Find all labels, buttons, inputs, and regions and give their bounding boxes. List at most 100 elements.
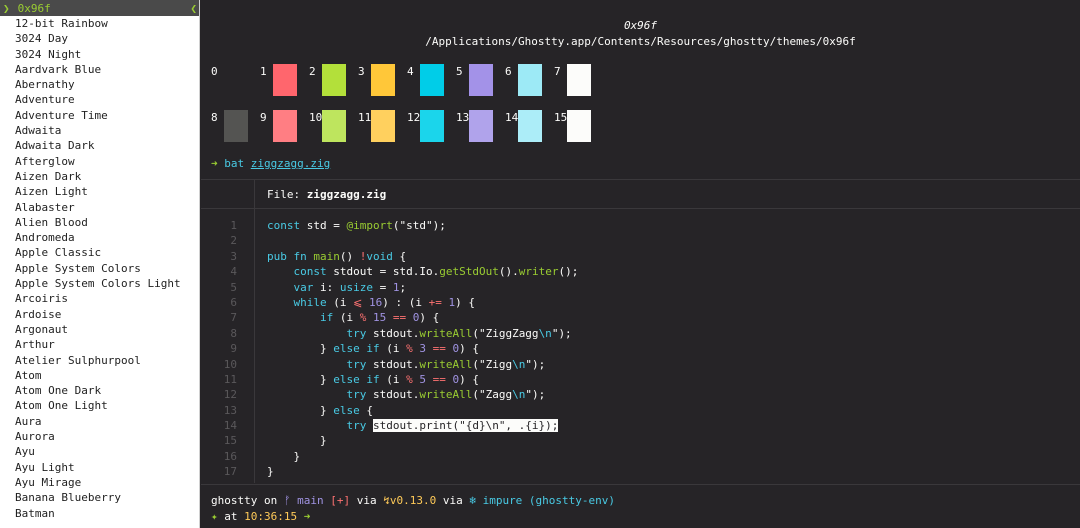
palette-index: 8 [211, 111, 218, 124]
file-header-prefix: File: [267, 188, 301, 201]
theme-list-item[interactable]: Ayu [0, 444, 199, 459]
palette-index: 12 [407, 111, 421, 124]
theme-list-item[interactable]: Ayu Mirage [0, 475, 199, 490]
palette-swatch [224, 110, 248, 142]
palette-index: 6 [505, 65, 512, 78]
bat-top-rule [201, 179, 1080, 180]
theme-list-item[interactable]: Ardoise [0, 307, 199, 322]
palette-swatch [518, 64, 542, 96]
theme-list-item[interactable]: Alabaster [0, 200, 199, 215]
code-line: 11 } else if (i % 5 == 0) { [201, 372, 1080, 387]
theme-list-item[interactable]: Abernathy [0, 77, 199, 92]
palette-index: 7 [554, 65, 561, 78]
bat-file-argument[interactable]: ziggzagg.zig [251, 157, 330, 170]
theme-list-item[interactable]: Aizen Dark [0, 169, 199, 184]
shell-prompt-line-2[interactable]: ✦ at 10:36:15 ➜ [211, 510, 310, 523]
code-text: var i: usize = 1; [293, 280, 407, 294]
line-number: 10 [223, 357, 237, 371]
line-number: 12 [223, 388, 237, 402]
theme-list-item[interactable]: Arthur [0, 337, 199, 352]
code-text: } [267, 434, 327, 448]
code-line: 7 if (i % 15 == 0) { [201, 310, 1080, 325]
prompt-arrow-icon: ➜ [303, 510, 311, 523]
theme-list[interactable]: ❯ 0x96f ❮ 12-bit Rainbow 3024 Day 3024 Nig… [0, 0, 200, 528]
theme-list-item[interactable]: Apple Classic [0, 245, 199, 260]
prompt-word-on: on [263, 494, 278, 507]
line-number: 8 [230, 326, 237, 340]
palette-swatch [469, 110, 493, 142]
code-text: const stdout = std.Io.getStdOut().writer… [293, 265, 579, 279]
theme-list-item[interactable]: Atom One Light [0, 398, 199, 413]
palette-index: 13 [456, 111, 470, 124]
theme-list-item[interactable]: Adventure Time [0, 108, 199, 123]
bat-file-header: File: ziggzagg.zig [267, 188, 386, 201]
theme-list-item[interactable]: Ayu Light [0, 460, 199, 475]
palette-swatch [273, 64, 297, 96]
line-number: 13 [223, 403, 237, 417]
theme-list-item[interactable]: Apple System Colors [0, 261, 199, 276]
code-text: try stdout.print("{d}\n", .{i}); [346, 419, 559, 433]
theme-list-item[interactable]: Banana Blueberry [0, 490, 199, 505]
prompt-star-icon: ✦ [211, 510, 218, 523]
theme-list-item[interactable]: 3024 Night [0, 47, 199, 62]
theme-list-items: 12-bit Rainbow 3024 Day 3024 Night Aardvark… [0, 16, 199, 521]
theme-list-item[interactable]: Adwaita Dark [0, 138, 199, 153]
theme-list-item[interactable]: Aizen Light [0, 184, 199, 199]
code-line: 10 try stdout.writeAll("Zigg\n"); [201, 357, 1080, 372]
palette-swatch [567, 110, 591, 142]
git-branch-label: main [290, 494, 324, 507]
theme-list-item[interactable]: Aardvark Blue [0, 62, 199, 77]
bat-bottom-rule [201, 484, 1080, 485]
line-number: 16 [223, 449, 237, 463]
theme-list-item[interactable]: Adventure [0, 92, 199, 107]
palette-index: 9 [260, 111, 267, 124]
code-line: 17} [201, 464, 1080, 479]
zig-version: ↯v0.13.0 [383, 494, 437, 507]
terminal-preview[interactable]: 0x96f /Applications/Ghostty.app/Contents… [201, 0, 1080, 528]
code-text: try stdout.writeAll("ZiggZagg\n"); [346, 326, 572, 340]
palette-index: 15 [554, 111, 568, 124]
theme-file-path: /Applications/Ghostty.app/Contents/Resou… [425, 35, 856, 48]
theme-list-item[interactable]: Apple System Colors Light [0, 276, 199, 291]
code-text: while (i ⩽ 16) : (i += 1) { [293, 295, 475, 309]
code-text: const std = @import("std"); [267, 219, 446, 232]
theme-list-item[interactable]: 12-bit Rainbow [0, 16, 199, 31]
code-line: 9 } else if (i % 3 == 0) { [201, 341, 1080, 356]
code-text: pub fn main() !void { [267, 249, 407, 263]
code-line: 5 var i: usize = 1; [201, 280, 1080, 295]
line-number: 15 [223, 434, 237, 448]
code-line: 16 } [201, 449, 1080, 464]
code-line: 6 while (i ⩽ 16) : (i += 1) { [201, 295, 1080, 310]
theme-list-item[interactable]: Aurora [0, 429, 199, 444]
palette-swatch [567, 64, 591, 96]
theme-list-item[interactable]: Alien Blood [0, 215, 199, 230]
palette-index: 2 [309, 65, 316, 78]
palette-swatch [469, 64, 493, 96]
theme-list-item[interactable]: Arcoiris [0, 291, 199, 306]
palette-swatch [371, 110, 395, 142]
theme-list-item[interactable]: Argonaut [0, 322, 199, 337]
theme-list-item[interactable]: Aura [0, 414, 199, 429]
line-number: 2 [230, 234, 237, 248]
theme-list-item[interactable]: Atom One Dark [0, 383, 199, 398]
theme-list-selected-item[interactable]: ❯ 0x96f ❮ [0, 0, 199, 16]
code-line: 2 [201, 233, 1080, 248]
code-text: try stdout.writeAll("Zigg\n"); [346, 357, 546, 371]
prompt-arrow: ➜ [211, 157, 218, 170]
bat-header-rule [201, 208, 1080, 209]
line-number: 5 [230, 280, 237, 294]
palette-swatch [224, 64, 248, 96]
bat-command: bat [224, 157, 245, 170]
theme-list-item[interactable]: Atelier Sulphurpool [0, 353, 199, 368]
nix-shell-indicator: ❄ impure (ghostty-env) [469, 494, 616, 507]
theme-list-item[interactable]: Atom [0, 368, 199, 383]
theme-list-item[interactable]: Andromeda [0, 230, 199, 245]
git-branch: ᚠ main [284, 494, 324, 507]
theme-list-item[interactable]: 3024 Day [0, 31, 199, 46]
palette-swatch [420, 64, 444, 96]
code-line: 15 } [201, 433, 1080, 448]
palette-index: 14 [505, 111, 519, 124]
theme-list-item[interactable]: Batman [0, 506, 199, 521]
theme-list-item[interactable]: Afterglow [0, 154, 199, 169]
theme-list-item[interactable]: Adwaita [0, 123, 199, 138]
